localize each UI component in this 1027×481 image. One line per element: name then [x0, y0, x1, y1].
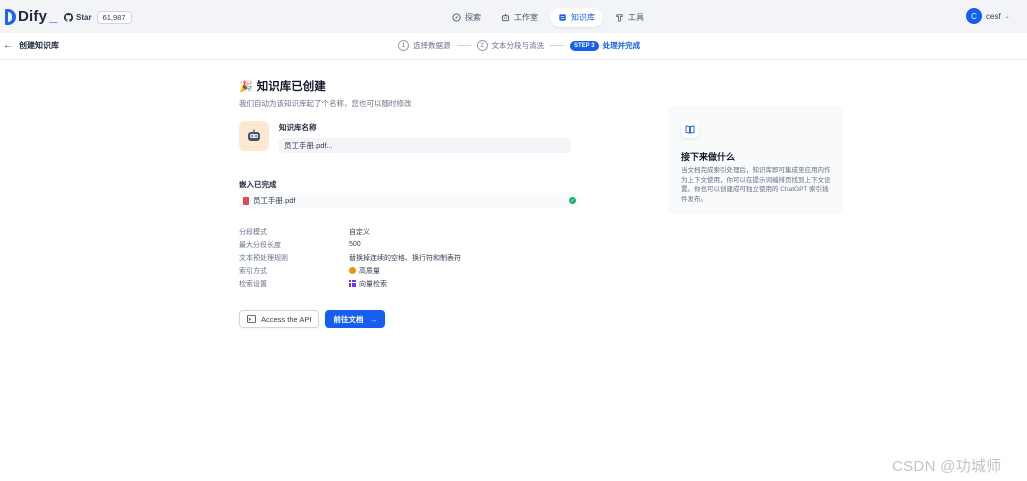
check-circle-icon: ✓	[569, 197, 576, 204]
nav-knowledge-label: 知识库	[571, 13, 595, 22]
info-key: 检索设置	[239, 280, 267, 288]
logo-underscore: _	[49, 8, 58, 25]
dify-logo[interactable]: Dify _	[5, 8, 57, 25]
kb-name-field-group: 知识库名称 员工手册.pdf...	[279, 121, 571, 153]
user-name: cesf	[986, 11, 1001, 21]
step-1-number: 1	[398, 40, 409, 51]
user-menu[interactable]: C cesf ⌄	[966, 8, 1010, 24]
github-icon	[64, 12, 73, 22]
kb-name-input[interactable]: 员工手册.pdf...	[279, 138, 571, 153]
processing-info: 分段模式 自定义 最大分段长度 500 文本预处理规则 替换掉连续的空格、换行符…	[239, 225, 461, 290]
nav-knowledge[interactable]: 知识库	[550, 8, 603, 27]
step-3-label: 处理并完成	[602, 41, 641, 50]
kb-name-section: 知识库名称 员工手册.pdf...	[239, 121, 571, 153]
go-to-document-label: 前往文档	[333, 314, 364, 324]
dify-logo-mark	[5, 8, 16, 25]
csdn-watermark: CSDN @功城师	[892, 458, 1002, 475]
info-value: 替换掉连续的空格、换行符和制表符	[349, 254, 461, 262]
back-button[interactable]: ← 创建知识库	[3, 40, 59, 51]
file-name: 员工手册.pdf	[253, 196, 296, 205]
nav-studio-label: 工作室	[514, 13, 538, 22]
action-buttons: Access the API 前往文档 →	[239, 310, 385, 328]
step-1-label: 选择数据源	[413, 41, 451, 50]
info-row-retrieval: 检索设置 向量检索	[239, 277, 461, 290]
database-icon	[559, 14, 566, 21]
step-2: 2 文本分段与清洗	[476, 40, 545, 51]
high-quality-icon	[349, 267, 356, 274]
compass-icon	[452, 13, 461, 22]
top-navbar: Dify _ Star 61,987 探索 工作室 知识库 工具 C cesf …	[0, 0, 1027, 33]
github-star-count: 61,987	[96, 10, 132, 24]
book-icon	[681, 120, 699, 138]
file-list-item: 员工手册.pdf ✓	[239, 193, 580, 208]
nav-studio[interactable]: 工作室	[493, 8, 546, 27]
info-key: 分段模式	[239, 228, 267, 236]
info-row-preprocess-rules: 文本预处理规则 替换掉连续的空格、换行符和制表符	[239, 251, 461, 264]
party-popper-icon: 🎉	[239, 80, 253, 93]
next-steps-title: 接下来做什么	[681, 152, 736, 162]
info-row-index-mode: 索引方式 高质量	[239, 264, 461, 277]
main-nav: 探索 工作室 知识库 工具	[444, 8, 652, 27]
info-value: 500	[349, 241, 361, 248]
vector-search-icon	[349, 280, 356, 287]
info-row-max-length: 最大分段长度 500	[239, 238, 461, 251]
nav-tools-label: 工具	[628, 13, 644, 22]
info-value: 向量检索	[359, 280, 387, 288]
page-subtitle: 我们自动为该知识库起了个名称，您也可以随时修改	[239, 99, 412, 108]
back-label: 创建知识库	[19, 41, 59, 50]
go-to-document-button[interactable]: 前往文档 →	[325, 310, 385, 328]
kb-name-label: 知识库名称	[279, 123, 317, 132]
embedding-status-label: 嵌入已完成	[239, 180, 277, 189]
info-value-group: 向量检索	[349, 279, 387, 289]
nav-explore-label: 探索	[465, 13, 481, 22]
step-3: STEP 3 处理并完成	[570, 40, 640, 51]
terminal-icon	[247, 315, 256, 323]
step-indicator: 1 选择数据源 2 文本分段与清洗 STEP 3 处理并完成	[398, 40, 640, 51]
robot-icon	[501, 13, 510, 22]
nav-tools[interactable]: 工具	[607, 8, 652, 27]
step-1: 1 选择数据源	[398, 40, 451, 51]
page-title: 🎉 知识库已创建	[239, 78, 584, 94]
page-title-text: 知识库已创建	[256, 81, 326, 93]
avatar: C	[966, 8, 982, 24]
kb-avatar[interactable]	[239, 121, 269, 151]
info-key: 文本预处理规则	[239, 254, 288, 262]
info-key: 最大分段长度	[239, 241, 281, 249]
next-steps-body: 当文档完成索引处理后，知识库即可集成至应用内作为上下文使用，你可以在提示词编排页…	[681, 167, 831, 203]
robot-face-icon	[248, 129, 260, 141]
arrow-left-icon: ←	[3, 40, 13, 51]
nav-explore[interactable]: 探索	[444, 8, 489, 27]
arrow-right-icon: →	[369, 314, 377, 324]
chevron-down-icon: ⌄	[1004, 13, 1010, 20]
step-divider	[550, 45, 564, 46]
access-api-label: Access the API	[261, 314, 312, 324]
step-bar: ← 创建知识库 1 选择数据源 2 文本分段与清洗 STEP 3 处理并完成	[0, 33, 1027, 60]
brand-name: Dify	[18, 8, 48, 25]
github-star-label: Star	[76, 12, 92, 22]
file-info: 员工手册.pdf	[243, 195, 296, 206]
github-star-widget[interactable]: Star 61,987	[64, 10, 132, 24]
github-star-button[interactable]: Star	[64, 12, 97, 22]
pdf-file-icon	[243, 196, 249, 205]
tool-icon	[616, 14, 623, 22]
info-value: 自定义	[349, 228, 370, 236]
step-2-label: 文本分段与清洗	[491, 41, 545, 50]
info-value-group: 高质量	[349, 266, 380, 276]
next-steps-card: 接下来做什么 当文档完成索引处理后，知识库即可集成至应用内作为上下文使用，你可以…	[668, 106, 843, 214]
step-2-number: 2	[476, 40, 488, 51]
step-3-badge: STEP 3	[570, 40, 599, 51]
step-divider	[456, 45, 471, 46]
info-row-segment-mode: 分段模式 自定义	[239, 225, 461, 238]
main-content: 🎉 知识库已创建 我们自动为该知识库起了个名称，您也可以随时修改 知识库名称 员…	[239, 78, 584, 328]
info-key: 索引方式	[239, 267, 267, 275]
info-value: 高质量	[359, 267, 380, 275]
access-api-button[interactable]: Access the API	[239, 310, 320, 328]
